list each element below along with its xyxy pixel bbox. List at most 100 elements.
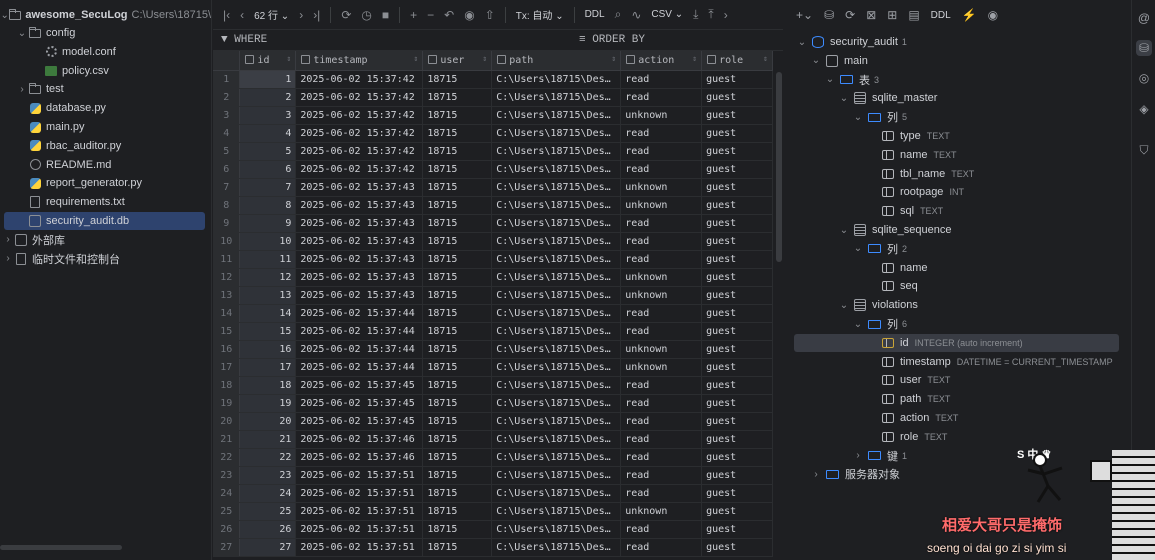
cell-user[interactable]: 18715: [422, 178, 493, 197]
cell-path[interactable]: C:\Users\18715\Des…: [491, 142, 622, 161]
table-row[interactable]: 22 22 2025-06-02 15:37:46 18715 C:\Users\187…: [213, 448, 773, 467]
cell-user[interactable]: 18715: [422, 412, 493, 431]
chevron-down-icon[interactable]: ⌄: [852, 318, 864, 330]
layout-icon[interactable]: ⊞: [887, 8, 897, 22]
cell-role[interactable]: guest: [701, 196, 773, 215]
chevron-down-icon[interactable]: ⌄: [838, 299, 850, 311]
cell-action[interactable]: read: [620, 466, 703, 485]
cell-action[interactable]: read: [620, 448, 703, 467]
cell-timestamp[interactable]: 2025-06-02 15:37:51: [295, 520, 424, 539]
cell-timestamp[interactable]: 2025-06-02 15:37:42: [295, 124, 424, 143]
project-item[interactable]: › 外部库: [0, 231, 211, 249]
ddl-button[interactable]: DDL: [585, 9, 605, 20]
cell-user[interactable]: 18715: [422, 196, 493, 215]
cell-timestamp[interactable]: 2025-06-02 15:37:42: [295, 70, 424, 89]
cell-role[interactable]: guest: [701, 322, 773, 341]
row-number[interactable]: 21: [213, 430, 241, 449]
table-row[interactable]: 25 25 2025-06-02 15:37:51 18715 C:\Users\187…: [213, 502, 773, 521]
sort-icon[interactable]: ⇕: [692, 54, 697, 63]
cell-path[interactable]: C:\Users\18715\Des…: [491, 124, 622, 143]
cell-user[interactable]: 18715: [422, 376, 493, 395]
cell-path[interactable]: C:\Users\18715\Des…: [491, 394, 622, 413]
cell-id[interactable]: 12: [239, 268, 297, 287]
cell-id[interactable]: 6: [239, 160, 297, 179]
cell-path[interactable]: C:\Users\18715\Des…: [491, 214, 622, 233]
cell-path[interactable]: C:\Users\18715\Des…: [491, 178, 622, 197]
sort-icon[interactable]: ⇕: [482, 54, 487, 63]
cell-timestamp[interactable]: 2025-06-02 15:37:44: [295, 340, 424, 359]
cell-user[interactable]: 18715: [422, 286, 493, 305]
cell-timestamp[interactable]: 2025-06-02 15:37:51: [295, 538, 424, 557]
row-number[interactable]: 22: [213, 448, 241, 467]
row-number[interactable]: 27: [213, 538, 241, 557]
chevron-down-icon[interactable]: ⌄: [16, 27, 28, 39]
project-item[interactable]: rbac_auditor.py: [0, 137, 211, 155]
cell-user[interactable]: 18715: [422, 466, 493, 485]
chart-icon[interactable]: ∿: [631, 8, 641, 22]
table-row[interactable]: 24 24 2025-06-02 15:37:51 18715 C:\Users\187…: [213, 484, 773, 503]
db-tree-node[interactable]: rootpage INT: [866, 183, 964, 201]
ai-assistant-icon[interactable]: ◎: [1136, 70, 1152, 86]
cell-action[interactable]: read: [620, 520, 703, 539]
table-row[interactable]: 12 12 2025-06-02 15:37:43 18715 C:\Users\187…: [213, 268, 773, 287]
cell-action[interactable]: unknown: [620, 502, 703, 521]
cell-role[interactable]: guest: [701, 412, 773, 431]
cell-path[interactable]: C:\Users\18715\Des…: [491, 232, 622, 251]
table-row[interactable]: 19 19 2025-06-02 15:37:45 18715 C:\Users\187…: [213, 394, 773, 413]
cell-user[interactable]: 18715: [422, 484, 493, 503]
cell-path[interactable]: C:\Users\18715\Des…: [491, 412, 622, 431]
table-row[interactable]: 4 4 2025-06-02 15:37:42 18715 C:\Users\18715…: [213, 124, 773, 143]
db-tree-node[interactable]: ⌄ 表 3: [824, 71, 879, 89]
project-item[interactable]: requirements.txt: [0, 193, 211, 211]
cell-id[interactable]: 4: [239, 124, 297, 143]
cell-id[interactable]: 19: [239, 394, 297, 413]
cell-id[interactable]: 3: [239, 106, 297, 125]
history-icon[interactable]: ◷: [361, 8, 371, 22]
search-icon[interactable]: ⌕: [615, 7, 622, 22]
cell-user[interactable]: 18715: [422, 322, 493, 341]
cell-role[interactable]: guest: [701, 304, 773, 323]
cell-role[interactable]: guest: [701, 178, 773, 197]
sort-icon[interactable]: ⇕: [763, 54, 768, 63]
table-row[interactable]: 8 8 2025-06-02 15:37:43 18715 C:\Users\18715…: [213, 196, 773, 215]
project-item[interactable]: README.md: [0, 156, 211, 174]
column-header-timestamp[interactable]: timestamp ⇕: [295, 51, 424, 71]
cell-role[interactable]: guest: [701, 160, 773, 179]
db-tree-node[interactable]: path TEXT: [866, 390, 950, 408]
cell-role[interactable]: guest: [701, 124, 773, 143]
db-tree-node[interactable]: ⌄ security_audit 1: [796, 33, 907, 51]
cell-role[interactable]: guest: [701, 502, 773, 521]
cell-action[interactable]: unknown: [620, 178, 703, 197]
cell-role[interactable]: guest: [701, 358, 773, 377]
cell-action[interactable]: read: [620, 304, 703, 323]
revert-icon[interactable]: ↶: [444, 8, 454, 22]
cell-id[interactable]: 21: [239, 430, 297, 449]
delete-row-icon[interactable]: −: [427, 8, 434, 22]
cell-timestamp[interactable]: 2025-06-02 15:37:43: [295, 232, 424, 251]
table-row[interactable]: 26 26 2025-06-02 15:37:51 18715 C:\Users\187…: [213, 520, 773, 539]
cell-role[interactable]: guest: [701, 142, 773, 161]
cell-id[interactable]: 2: [239, 88, 297, 107]
cell-id[interactable]: 17: [239, 358, 297, 377]
cell-timestamp[interactable]: 2025-06-02 15:37:42: [295, 106, 424, 125]
cell-id[interactable]: 18: [239, 376, 297, 395]
table-row[interactable]: 27 27 2025-06-02 15:37:51 18715 C:\Users\187…: [213, 538, 773, 557]
project-item[interactable]: policy.csv: [0, 62, 211, 80]
db-tree-node[interactable]: seq: [866, 277, 918, 295]
table-row[interactable]: 17 17 2025-06-02 15:37:44 18715 C:\Users\187…: [213, 358, 773, 377]
db-tree-node[interactable]: tbl_name TEXT: [866, 165, 974, 183]
rows-per-page-select[interactable]: 62 行 ⌄: [254, 7, 289, 22]
cell-user[interactable]: 18715: [422, 268, 493, 287]
cell-role[interactable]: guest: [701, 250, 773, 269]
row-number[interactable]: 24: [213, 484, 241, 503]
cell-path[interactable]: C:\Users\18715\Des…: [491, 466, 622, 485]
cell-action[interactable]: unknown: [620, 196, 703, 215]
chevron-down-icon[interactable]: ⌄: [838, 92, 850, 104]
row-number[interactable]: 10: [213, 232, 241, 251]
db-tree-node[interactable]: id INTEGER (auto increment): [794, 333, 1119, 352]
project-item[interactable]: ⌄ config: [0, 24, 211, 42]
cell-timestamp[interactable]: 2025-06-02 15:37:45: [295, 376, 424, 395]
cell-timestamp[interactable]: 2025-06-02 15:37:43: [295, 268, 424, 287]
table-row[interactable]: 9 9 2025-06-02 15:37:43 18715 C:\Users\18715…: [213, 214, 773, 233]
cell-timestamp[interactable]: 2025-06-02 15:37:43: [295, 214, 424, 233]
